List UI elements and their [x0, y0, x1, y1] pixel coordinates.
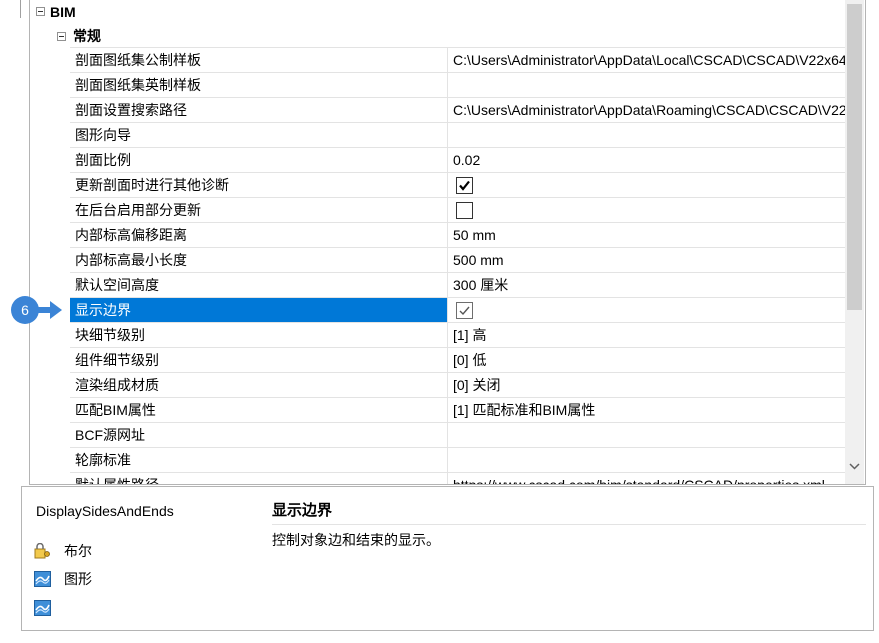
- scrollbar-thumb[interactable]: [847, 4, 862, 310]
- property-value[interactable]: 500 mm: [453, 248, 845, 273]
- property-row[interactable]: 剖面比例 0.02: [70, 148, 845, 173]
- property-name[interactable]: 默认属性路径: [75, 473, 159, 484]
- property-row[interactable]: 轮廓标准: [70, 448, 845, 473]
- property-value[interactable]: C:\Users\Administrator\AppData\Roaming\C…: [453, 98, 845, 123]
- property-name[interactable]: 默认空间高度: [75, 273, 159, 298]
- property-row[interactable]: 在后台启用部分更新: [70, 198, 845, 223]
- property-name[interactable]: 内部标高最小长度: [75, 248, 187, 273]
- property-value[interactable]: C:\Users\Administrator\AppData\Local\CSC…: [453, 48, 845, 73]
- subcategory-general[interactable]: 常规: [73, 27, 101, 45]
- property-row[interactable]: BCF源网址: [70, 423, 845, 448]
- property-value[interactable]: [0] 低: [453, 348, 845, 373]
- category-bim[interactable]: BIM: [50, 3, 76, 21]
- property-name[interactable]: 内部标高偏移距离: [75, 223, 187, 248]
- property-value[interactable]: [453, 123, 845, 148]
- property-value[interactable]: 0.02: [453, 148, 845, 173]
- step-marker: 6: [11, 296, 39, 324]
- property-checkbox[interactable]: [456, 302, 473, 319]
- property-row[interactable]: 匹配BIM属性 [1] 匹配标准和BIM属性: [70, 398, 845, 423]
- type-label: 图形: [64, 571, 92, 587]
- property-name[interactable]: 更新剖面时进行其他诊断: [75, 173, 229, 198]
- property-name[interactable]: 剖面图纸集公制样板: [75, 48, 201, 73]
- property-checkbox[interactable]: [456, 177, 473, 194]
- collapse-bim-icon[interactable]: [36, 7, 45, 16]
- marker-arrow-icon: [38, 301, 62, 319]
- property-row[interactable]: 剖面图纸集英制样板: [70, 73, 845, 98]
- description-title: 显示边界: [272, 502, 333, 519]
- property-name[interactable]: 剖面比例: [75, 148, 131, 173]
- property-row[interactable]: 剖面图纸集公制样板 C:\Users\Administrator\AppData\…: [70, 48, 845, 73]
- property-name[interactable]: 显示边界: [75, 298, 131, 323]
- property-name[interactable]: 匹配BIM属性: [75, 398, 156, 423]
- property-value[interactable]: [453, 73, 845, 98]
- property-value[interactable]: 300 厘米: [453, 273, 845, 298]
- property-row[interactable]: 组件细节级别 [0] 低: [70, 348, 845, 373]
- property-value[interactable]: 50 mm: [453, 223, 845, 248]
- property-value[interactable]: https://www.cscad.com/bim/standard/CSCAD…: [453, 473, 845, 484]
- property-name[interactable]: 块细节级别: [75, 323, 145, 348]
- collapse-general-icon[interactable]: [57, 32, 66, 41]
- scroll-down-icon[interactable]: [849, 461, 860, 472]
- type-label: 布尔: [64, 543, 92, 559]
- property-name[interactable]: 图形向导: [75, 123, 131, 148]
- property-value[interactable]: [453, 448, 845, 473]
- description-text: 控制对象边和结束的显示。: [272, 532, 440, 548]
- property-row[interactable]: 图形向导: [70, 123, 845, 148]
- property-name[interactable]: 组件细节级别: [75, 348, 159, 373]
- property-name[interactable]: 剖面设置搜索路径: [75, 98, 187, 123]
- property-grid: BIM 常规 剖面图纸集公制样板 C:\Users\Administrator\A…: [29, 0, 866, 485]
- graphic-icon: [34, 571, 51, 587]
- property-name[interactable]: BCF源网址: [75, 423, 145, 448]
- description-panel: DisplaySidesAndEnds 显示边界 控制对象边和结束的显示。 布尔…: [21, 486, 874, 631]
- property-row[interactable]: 内部标高最小长度 500 mm: [70, 248, 845, 273]
- property-name[interactable]: 在后台启用部分更新: [75, 198, 201, 223]
- property-row[interactable]: 剖面设置搜索路径 C:\Users\Administrator\AppData\R…: [70, 98, 845, 123]
- property-name[interactable]: 轮廓标准: [75, 448, 131, 473]
- property-value[interactable]: [0] 关闭: [453, 373, 845, 398]
- graphic-icon: [34, 600, 51, 616]
- property-row[interactable]: 默认属性路径 https://www.cscad.com/bim/standard…: [70, 473, 845, 484]
- property-row[interactable]: 默认空间高度 300 厘米: [70, 273, 845, 298]
- property-row[interactable]: 块细节级别 [1] 高: [70, 323, 845, 348]
- property-value[interactable]: [1] 高: [453, 323, 845, 348]
- description-divider: [272, 524, 866, 525]
- variable-name: DisplaySidesAndEnds: [36, 503, 174, 519]
- property-name[interactable]: 剖面图纸集英制样板: [75, 73, 201, 98]
- property-value[interactable]: [453, 423, 845, 448]
- property-name[interactable]: 渲染组成材质: [75, 373, 159, 398]
- property-row[interactable]: 内部标高偏移距离 50 mm: [70, 223, 845, 248]
- property-checkbox[interactable]: [456, 202, 473, 219]
- property-row[interactable]: 渲染组成材质 [0] 关闭: [70, 373, 845, 398]
- frame-border: [20, 0, 21, 18]
- vertical-scrollbar[interactable]: [845, 0, 864, 484]
- property-row[interactable]: 更新剖面时进行其他诊断: [70, 173, 845, 198]
- property-row[interactable]: 显示边界: [70, 298, 845, 323]
- property-value[interactable]: [1] 匹配标准和BIM属性: [453, 398, 845, 423]
- lock-key-icon: [34, 543, 50, 559]
